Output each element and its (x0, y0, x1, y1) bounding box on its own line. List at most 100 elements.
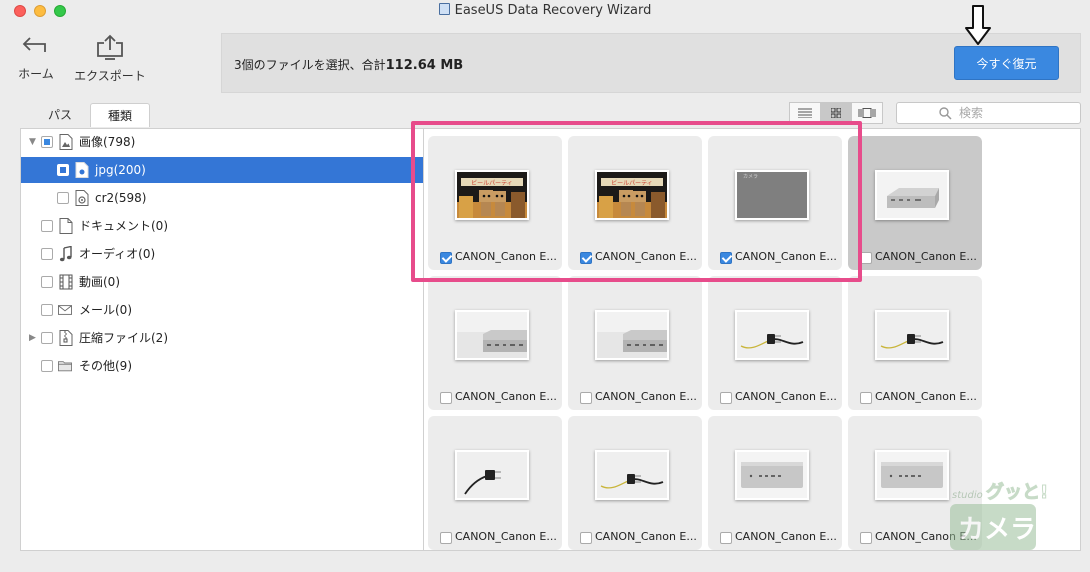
view-mode-switcher (789, 102, 883, 124)
file-checkbox[interactable] (720, 252, 732, 264)
tree-checkbox-archives[interactable] (41, 332, 53, 344)
tree-item-documents[interactable]: ドキュメント(0) (21, 213, 423, 239)
file-name: CANON_Canon E... (875, 390, 977, 403)
tree-item-video[interactable]: 動画(0) (21, 269, 423, 295)
file-tile[interactable]: CANON_Canon E... (848, 276, 982, 410)
tree-item-label: 圧縮ファイル(2) (79, 331, 168, 345)
file-checkbox[interactable] (580, 252, 592, 264)
file-checkbox[interactable] (860, 532, 872, 544)
file-tile[interactable]: CANON_Canon E... (428, 276, 562, 410)
folder-icon (58, 361, 72, 372)
selection-summary: 3個のファイルを選択、合計112.64 MB (234, 56, 463, 73)
tree-item-label: ドキュメント(0) (79, 219, 168, 233)
export-icon (97, 34, 123, 60)
window-title-text: EaseUS Data Recovery Wizard (454, 3, 652, 18)
file-thumbnail (875, 450, 949, 500)
thumbnail-image: ビールパーティ (457, 172, 527, 218)
file-name: CANON_Canon E... (595, 250, 697, 263)
recover-now-button[interactable]: 今すぐ復元 (954, 46, 1059, 80)
file-checkbox[interactable] (720, 532, 732, 544)
music-note-icon (59, 246, 72, 262)
tree-item-jpg[interactable]: jpg(200) (21, 157, 423, 183)
file-tile[interactable]: ビールパーティ CANON_Canon E... (568, 136, 702, 270)
tab-type[interactable]: 種類 (90, 103, 150, 127)
thumbnail-image (737, 452, 807, 498)
list-view-button[interactable] (789, 102, 821, 124)
file-checkbox[interactable] (860, 392, 872, 404)
coverflow-view-icon (858, 108, 876, 118)
home-label: ホーム (18, 67, 54, 81)
file-thumbnail (735, 450, 809, 500)
tree-item-audio[interactable]: オーディオ(0) (21, 241, 423, 267)
envelope-icon (58, 305, 72, 315)
file-checkbox[interactable] (860, 252, 872, 264)
tree-checkbox-images[interactable] (41, 136, 53, 148)
tree-checkbox-mail[interactable] (41, 304, 53, 316)
tree-item-images[interactable]: ▼ 画像(798) (21, 129, 423, 155)
tree-checkbox-cr2[interactable] (57, 192, 69, 204)
search-placeholder: 検索 (959, 106, 984, 120)
thumbnail-image: ビールパーティ (597, 172, 667, 218)
file-name: CANON_Canon E... (735, 530, 837, 543)
grid-view-button[interactable] (820, 102, 852, 124)
tree-item-label: 画像(798) (79, 135, 136, 149)
file-type-tree: ▼ 画像(798) jpg(200) cr2(598) ドキュメント(0) オー… (20, 128, 424, 551)
file-checkbox[interactable] (440, 392, 452, 404)
selection-info-bar: 3個のファイルを選択、合計112.64 MB 今すぐ復元 (221, 33, 1081, 93)
file-name: CANON_Canon E... (735, 250, 837, 263)
file-thumbnail: ビールパーティ (455, 170, 529, 220)
disclosure-collapsed-icon[interactable]: ▶ (29, 334, 36, 343)
file-tile[interactable]: CANON_Canon E... (708, 416, 842, 550)
file-thumbnail (595, 450, 669, 500)
file-tile[interactable]: ビールパーティ CANON_Canon E... (428, 136, 562, 270)
tree-checkbox-other[interactable] (41, 360, 53, 372)
svg-text:グッと!: グッと! (986, 481, 1048, 503)
svg-text:カメラ: カメラ (743, 174, 758, 180)
file-thumbnail (595, 310, 669, 360)
preview-view-button[interactable] (851, 102, 883, 124)
file-tile[interactable]: CANON_Canon E... (848, 136, 982, 270)
tab-path[interactable]: パス (40, 103, 80, 127)
back-arrow-icon (22, 37, 46, 52)
file-checkbox[interactable] (440, 532, 452, 544)
file-checkbox[interactable] (580, 532, 592, 544)
thumbnail-image: カメラ (737, 172, 807, 218)
thumbnail-image (597, 312, 667, 358)
tree-checkbox-documents[interactable] (41, 220, 53, 232)
file-tile[interactable]: CANON_Canon E... (568, 276, 702, 410)
svg-text:カメラ: カメラ (958, 515, 1036, 545)
thumbnail-image (877, 312, 947, 358)
image-icon (59, 134, 73, 150)
selection-count-text: 3個のファイルを選択、合計 (234, 58, 386, 72)
file-tile[interactable]: CANON_Canon E... (428, 416, 562, 550)
film-icon (59, 274, 73, 290)
file-name: CANON_Canon E... (735, 390, 837, 403)
app-icon (438, 3, 450, 15)
file-tile[interactable]: CANON_Canon E... (568, 416, 702, 550)
file-checkbox[interactable] (720, 392, 732, 404)
tree-item-label: jpg(200) (95, 163, 146, 177)
disclosure-expanded-icon[interactable]: ▼ (29, 138, 36, 147)
search-input[interactable]: 検索 (896, 102, 1081, 124)
file-tile[interactable]: CANON_Canon E... (708, 276, 842, 410)
svg-text:studio: studio (952, 490, 983, 501)
tree-item-label: その他(9) (79, 359, 132, 373)
file-checkbox[interactable] (580, 392, 592, 404)
tree-checkbox-video[interactable] (41, 276, 53, 288)
window-title: EaseUS Data Recovery Wizard (0, 3, 1090, 18)
tree-item-other[interactable]: その他(9) (21, 353, 423, 379)
export-button[interactable]: エクスポート (72, 34, 148, 84)
tree-item-cr2[interactable]: cr2(598) (21, 185, 423, 211)
tree-item-archives[interactable]: ▶ 圧縮ファイル(2) (21, 325, 423, 351)
down-arrow-annotation-icon (965, 5, 991, 45)
file-tile[interactable]: カメラ CANON_Canon E... (708, 136, 842, 270)
file-name: CANON_Canon E... (455, 530, 557, 543)
file-thumbnail: ビールパーティ (595, 170, 669, 220)
tree-checkbox-jpg[interactable] (57, 164, 69, 176)
thumbnail-image (457, 312, 527, 358)
file-checkbox[interactable] (440, 252, 452, 264)
tree-item-mail[interactable]: メール(0) (21, 297, 423, 323)
tree-checkbox-audio[interactable] (41, 248, 53, 260)
file-name: CANON_Canon E... (875, 250, 977, 263)
home-button[interactable]: ホーム (14, 34, 58, 82)
